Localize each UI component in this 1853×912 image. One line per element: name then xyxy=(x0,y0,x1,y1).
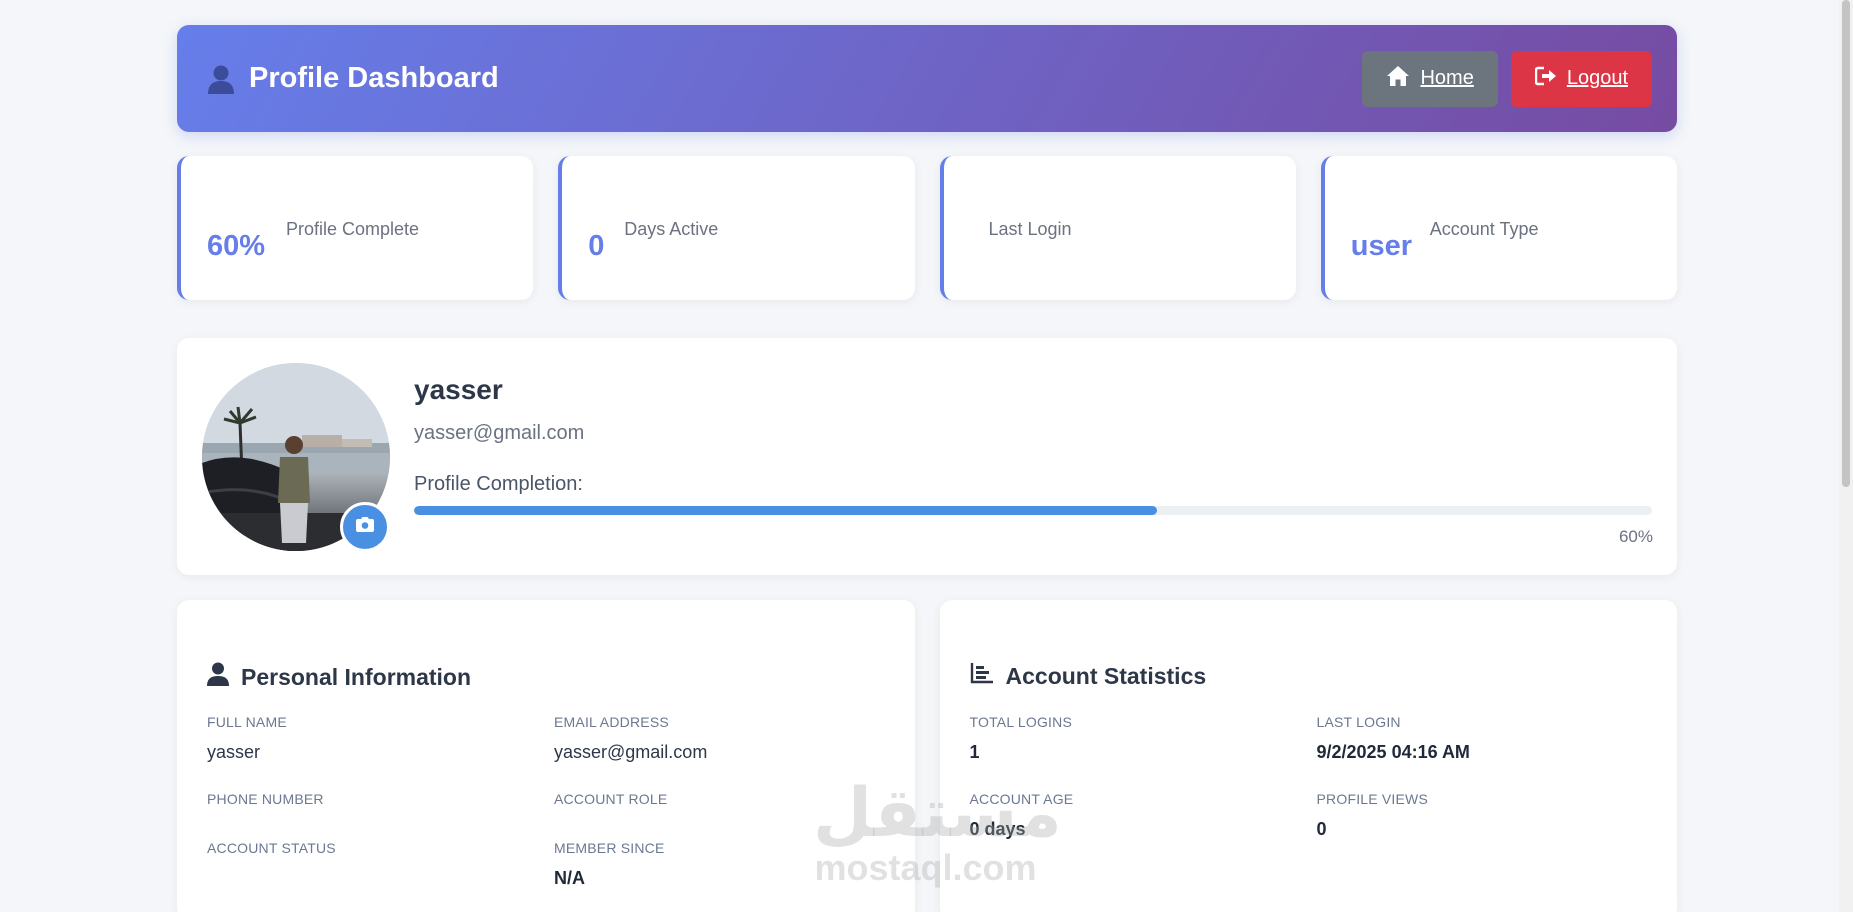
field-label: ACCOUNT STATUS xyxy=(207,840,336,856)
logout-button[interactable]: Logout xyxy=(1510,50,1652,107)
field-value: 9/2/2025 04:16 AM xyxy=(1316,742,1470,762)
account-statistics-title: Account Statistics xyxy=(970,662,1207,690)
home-button[interactable]: Home xyxy=(1362,50,1498,107)
field-account-role: ACCOUNT ROLE xyxy=(554,791,667,819)
field-email-address: EMAIL ADDRESS yasser@gmail.com xyxy=(554,714,707,763)
field-label: ACCOUNT ROLE xyxy=(554,791,668,807)
stats-row: 60% Profile Complete 0 Days Active Last … xyxy=(177,156,1677,300)
field-member-since: MEMBER SINCE N/A xyxy=(554,840,665,889)
field-value: yasser@gmail.com xyxy=(554,742,708,762)
stat-value: user xyxy=(1350,230,1413,262)
profile-card: yasser yasser@gmail.com Profile Completi… xyxy=(177,338,1677,575)
header-actions: Home Logout xyxy=(1362,50,1652,107)
field-label: FULL NAME xyxy=(207,714,287,730)
watermark-arabic: مستقل xyxy=(813,774,1062,853)
stat-value: 0 xyxy=(588,230,605,262)
field-label: LAST LOGIN xyxy=(1316,714,1401,730)
stat-label: Profile Complete xyxy=(286,219,420,239)
header-title-group: Profile Dashboard xyxy=(207,62,499,95)
home-button-label: Home xyxy=(1420,67,1474,89)
field-profile-views: PROFILE VIEWS 0 xyxy=(1317,791,1429,840)
stat-card-account-type: user Account Type xyxy=(1320,156,1677,300)
field-value: 1 xyxy=(969,742,980,762)
watermark-latin: mostaql.com xyxy=(814,847,1037,888)
field-last-login: LAST LOGIN 9/2/2025 04:16 AM xyxy=(1317,714,1470,763)
field-value: yasser xyxy=(207,742,261,762)
progress-fill xyxy=(414,506,1157,515)
field-label: MEMBER SINCE xyxy=(554,840,665,856)
field-phone-number: PHONE NUMBER xyxy=(207,791,324,819)
logout-button-label: Logout xyxy=(1566,67,1628,89)
stat-card-profile-complete: 60% Profile Complete xyxy=(177,156,534,300)
personal-information-card: Personal Information FULL NAME yasser EM… xyxy=(177,600,915,912)
stat-value: 60% xyxy=(207,230,266,262)
stat-label: Last Login xyxy=(988,219,1072,239)
account-statistics-card: Account Statistics TOTAL LOGINS 1 LAST L… xyxy=(939,600,1677,912)
user-icon xyxy=(207,662,229,692)
profile-completion-progress-bar xyxy=(414,506,1652,515)
field-account-status: ACCOUNT STATUS xyxy=(207,840,336,868)
camera-icon xyxy=(356,517,374,537)
field-label: PROFILE VIEWS xyxy=(1316,791,1429,807)
profile-name: yasser xyxy=(414,374,503,405)
field-full-name: FULL NAME yasser xyxy=(207,714,287,763)
card-title-text: Account Statistics xyxy=(1005,662,1207,689)
stat-card-last-login: Last Login xyxy=(939,156,1296,300)
field-label: EMAIL ADDRESS xyxy=(554,714,669,730)
personal-information-title: Personal Information xyxy=(207,662,471,692)
profile-completion-percent: 60% xyxy=(1618,527,1653,546)
field-label: TOTAL LOGINS xyxy=(969,714,1072,730)
field-total-logins: TOTAL LOGINS 1 xyxy=(970,714,1073,763)
scrollbar-thumb[interactable] xyxy=(1842,0,1850,487)
field-value: N/A xyxy=(554,868,585,888)
field-value: 0 xyxy=(1316,819,1327,839)
logout-icon xyxy=(1534,66,1557,92)
user-icon xyxy=(207,64,235,94)
card-title-text: Personal Information xyxy=(241,663,472,690)
watermark: مستقل mostaql.com xyxy=(813,774,1062,888)
page-title: Profile Dashboard xyxy=(249,62,499,94)
stat-label: Account Type xyxy=(1429,219,1539,239)
stat-card-days-active: 0 Days Active xyxy=(558,156,915,300)
profile-completion-label: Profile Completion: xyxy=(414,473,583,495)
chart-bar-icon xyxy=(970,662,994,690)
stat-label: Days Active xyxy=(624,219,719,239)
vertical-scrollbar[interactable] xyxy=(1839,0,1853,912)
change-photo-button[interactable] xyxy=(340,502,390,552)
header-bar: Profile Dashboard Home Logout xyxy=(177,25,1677,132)
home-icon xyxy=(1386,65,1410,93)
profile-email: yasser@gmail.com xyxy=(414,422,585,444)
field-label: PHONE NUMBER xyxy=(207,791,324,807)
